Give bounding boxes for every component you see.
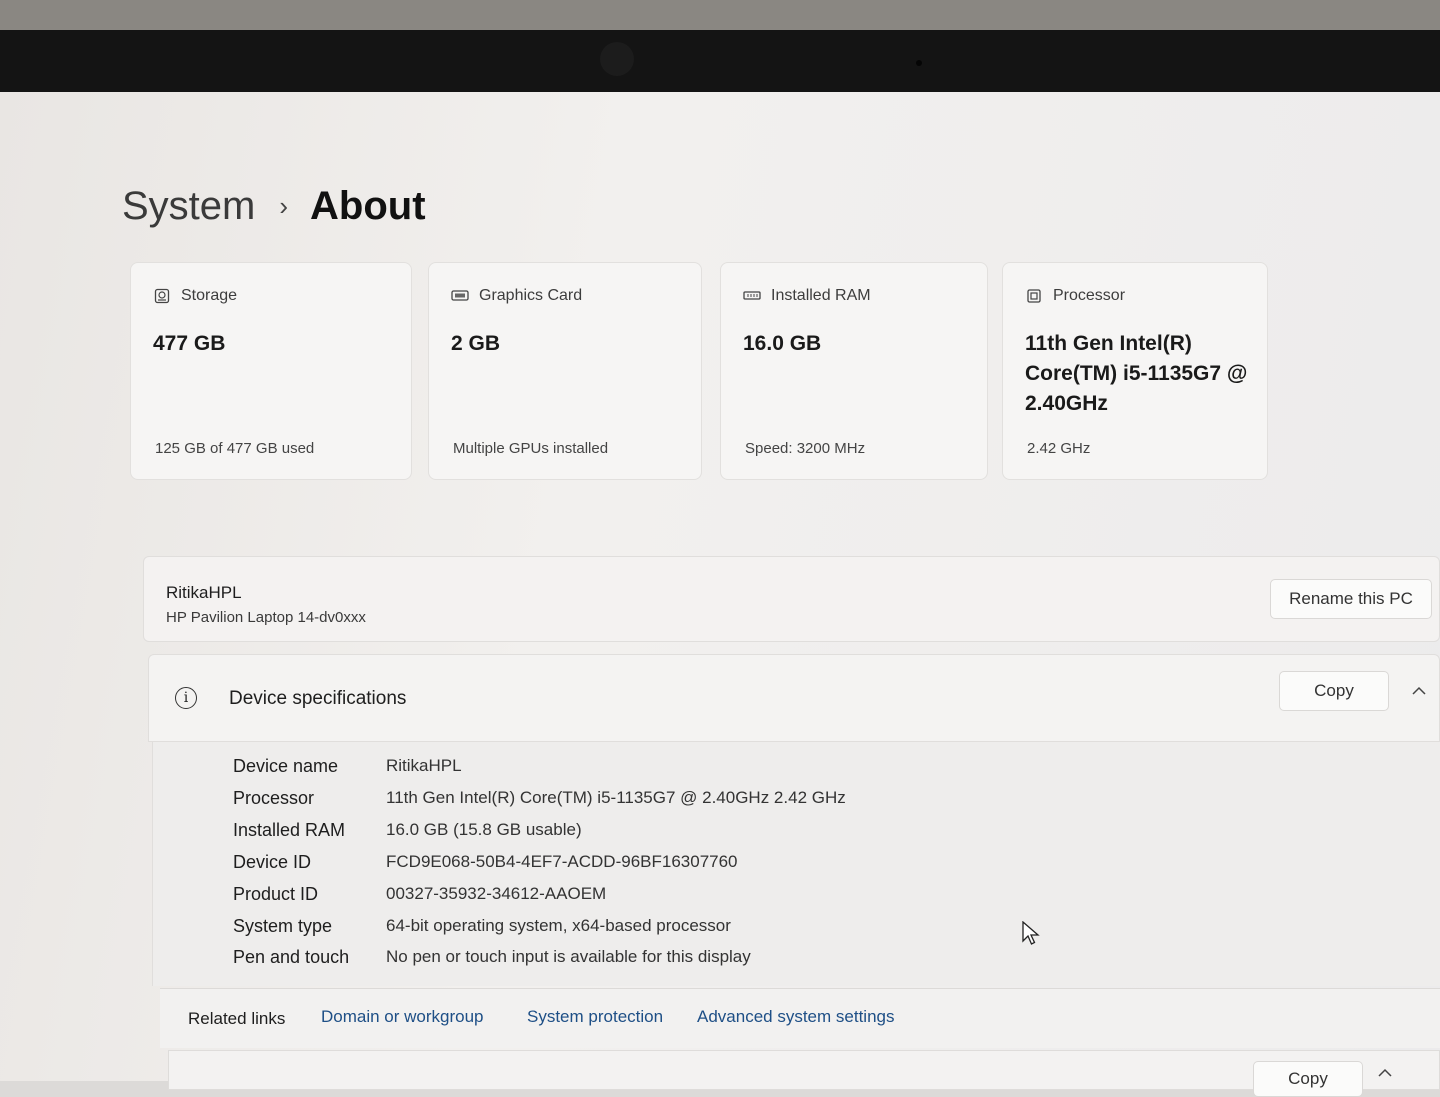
spec-value[interactable]: 64-bit operating system, x64-based proce… [386, 916, 731, 936]
spec-row: Installed RAM 16.0 GB (15.8 GB usable) [153, 820, 1353, 850]
system-protection-link[interactable]: System protection [527, 1007, 663, 1027]
device-specifications-header[interactable]: i Device specifications Copy [148, 654, 1440, 742]
spec-value[interactable]: 11th Gen Intel(R) Core(TM) i5-1135G7 @ 2… [386, 788, 846, 808]
mouse-cursor-icon [1022, 920, 1040, 952]
ram-icon [743, 287, 761, 305]
webcam [600, 42, 634, 76]
spec-label: Device ID [233, 852, 312, 872]
spec-value[interactable]: RitikaHPL [386, 756, 462, 776]
device-specifications-body: Device name RitikaHPL Processor 11th Gen… [152, 742, 1440, 986]
spec-row: Device ID FCD9E068-50B4-4EF7-ACDD-96BF16… [153, 852, 1353, 882]
background-wall [0, 0, 1440, 30]
spec-label: Product ID [233, 884, 319, 904]
graphics-label: Graphics Card [479, 287, 583, 304]
copy-button[interactable]: Copy [1279, 671, 1389, 711]
chevron-up-icon[interactable] [1411, 683, 1427, 701]
spec-row: Device name RitikaHPL [153, 756, 1353, 786]
laptop-bezel [0, 0, 1440, 92]
spec-label: Device name [233, 756, 339, 776]
webcam-indicator [916, 60, 922, 66]
domain-or-workgroup-link[interactable]: Domain or workgroup [321, 1007, 484, 1027]
pc-name: RitikaHPL [166, 583, 242, 602]
spec-label: Installed RAM [233, 820, 346, 840]
advanced-system-settings-link[interactable]: Advanced system settings [697, 1007, 894, 1027]
related-links-label: Related links [188, 1009, 286, 1028]
spec-value[interactable]: 00327-35932-34612-AAOEM [386, 884, 606, 904]
storage-label: Storage [181, 287, 238, 304]
windows-specifications-header[interactable]: Copy [168, 1050, 1440, 1097]
spec-value[interactable]: FCD9E068-50B4-4EF7-ACDD-96BF16307760 [386, 852, 738, 872]
processor-value: 11th Gen Intel(R) Core(TM) i5-1135G7 @ 2… [1025, 332, 1248, 415]
rename-pc-button[interactable]: Rename this PC [1270, 579, 1432, 619]
ram-sub: Speed: 3200 MHz [745, 440, 866, 457]
device-specifications-title: Device specifications [229, 688, 407, 709]
copy-button[interactable]: Copy [1253, 1061, 1363, 1097]
storage-value: 477 GB [153, 332, 226, 355]
processor-label: Processor [1053, 287, 1126, 304]
spec-row: Pen and touch No pen or touch input is a… [153, 947, 1353, 977]
info-icon: i [175, 687, 197, 709]
graphics-value: 2 GB [451, 332, 501, 355]
ram-card[interactable]: Installed RAM 16.0 GB Speed: 3200 MHz [720, 262, 988, 480]
graphics-card[interactable]: Graphics Card 2 GB Multiple GPUs install… [428, 262, 702, 480]
breadcrumb-system[interactable]: System [122, 184, 255, 229]
spec-row: Product ID 00327-35932-34612-AAOEM [153, 884, 1353, 914]
ram-label: Installed RAM [771, 287, 871, 304]
page-title: About [310, 184, 426, 228]
spec-row: Processor 11th Gen Intel(R) Core(TM) i5-… [153, 788, 1353, 818]
spec-label: Pen and touch [233, 947, 350, 967]
processor-icon [1025, 287, 1043, 305]
chevron-up-icon[interactable] [1377, 1065, 1393, 1083]
processor-card[interactable]: Processor 11th Gen Intel(R) Core(TM) i5-… [1002, 262, 1268, 480]
spec-value[interactable]: 16.0 GB (15.8 GB usable) [386, 820, 582, 840]
spec-label: Processor [233, 788, 315, 808]
ram-value: 16.0 GB [743, 332, 822, 355]
graphics-sub: Multiple GPUs installed [453, 440, 609, 457]
pc-model: HP Pavilion Laptop 14-dv0xxx [166, 609, 366, 626]
spec-label: System type [233, 916, 333, 936]
graphics-card-icon [451, 287, 469, 305]
storage-card[interactable]: Storage 477 GB 125 GB of 477 GB used [130, 262, 412, 480]
related-links: Related links Domain or workgroup System… [160, 988, 1440, 1048]
storage-icon [153, 287, 171, 305]
processor-sub: 2.42 GHz [1027, 440, 1091, 457]
pc-name-row: RitikaHPL HP Pavilion Laptop 14-dv0xxx R… [143, 556, 1440, 642]
spec-row: System type 64-bit operating system, x64… [153, 916, 1353, 946]
spec-value[interactable]: No pen or touch input is available for t… [386, 947, 751, 967]
breadcrumb: System › About [122, 184, 426, 229]
storage-sub: 125 GB of 477 GB used [155, 440, 315, 457]
chevron-right-icon: › [279, 191, 289, 221]
